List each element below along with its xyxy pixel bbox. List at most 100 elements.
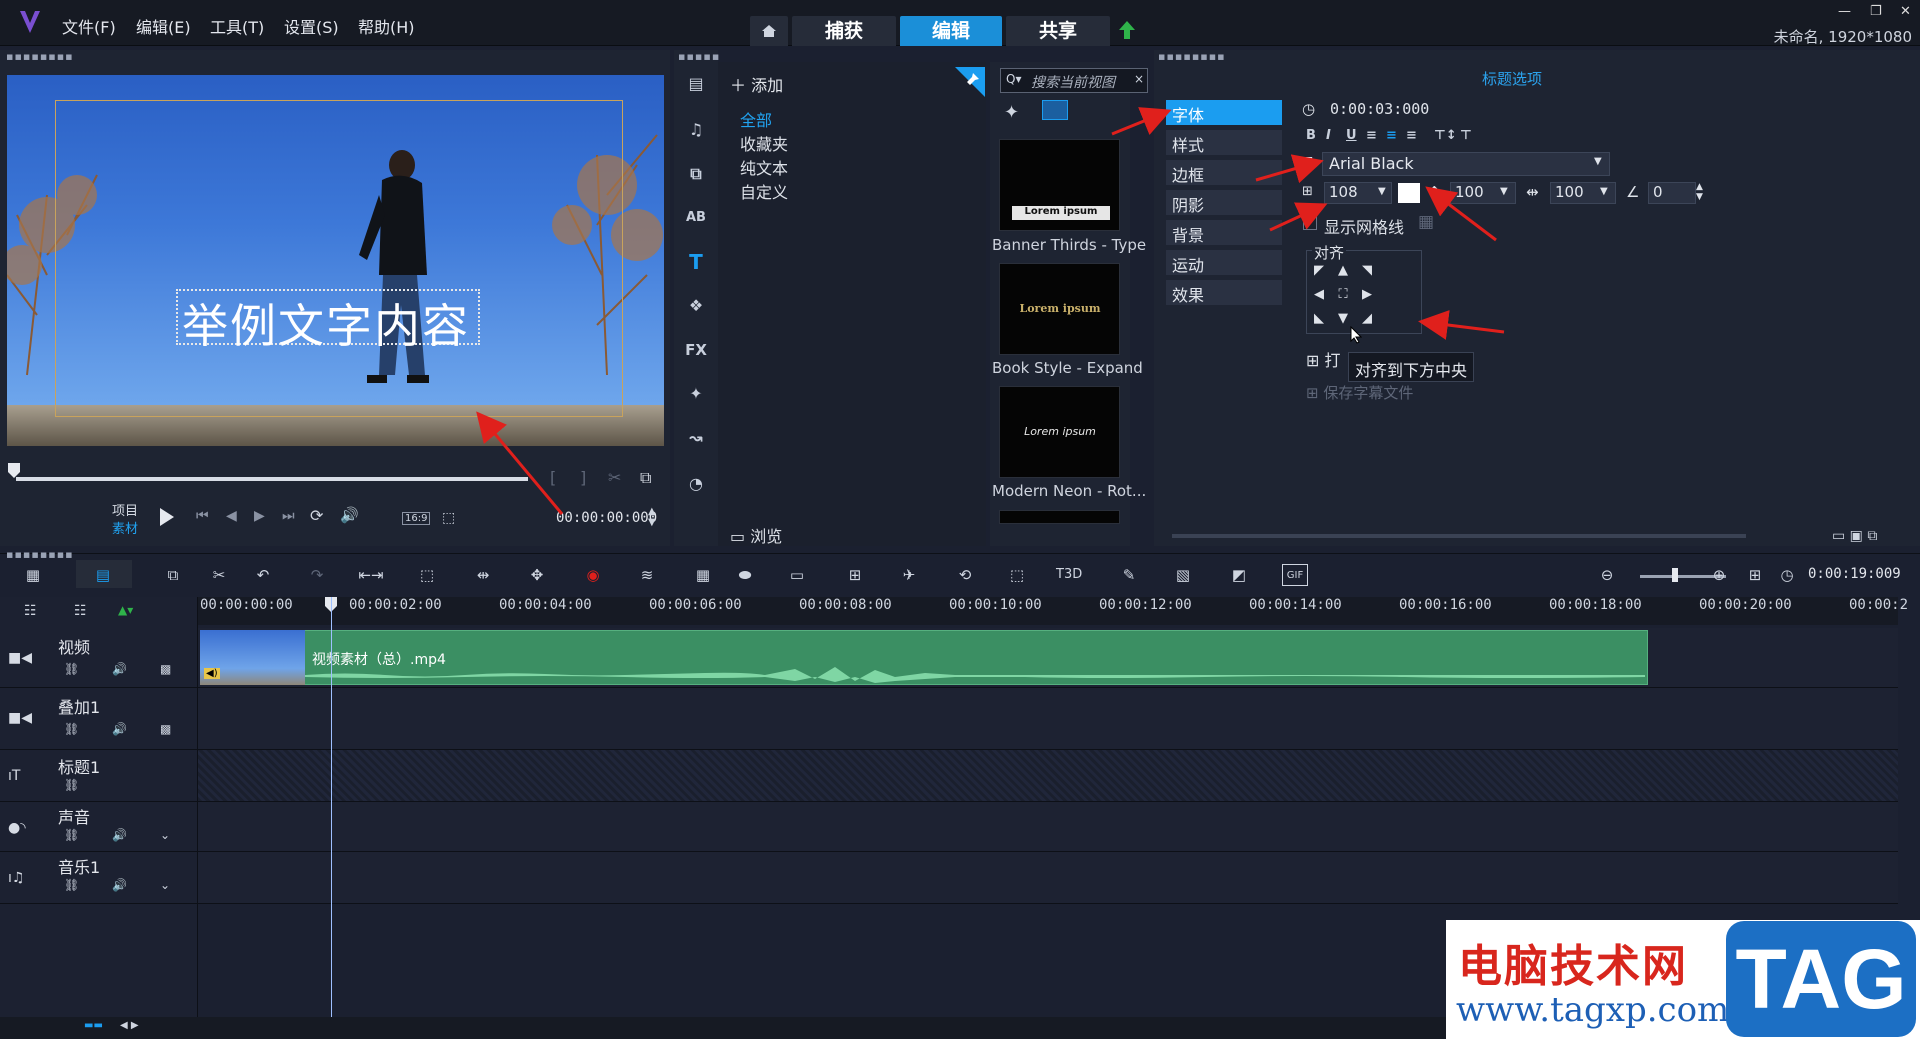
aspect-ratio-button[interactable]: 16:9 <box>402 512 431 525</box>
prev-frame-icon[interactable]: ◀ <box>226 508 237 524</box>
tab-effects[interactable]: 效果 <box>1166 280 1282 305</box>
search-input[interactable]: 搜索当前视图 <box>1000 68 1148 93</box>
multicam-icon[interactable]: ▦ <box>690 564 716 586</box>
copy-icon[interactable]: ⧉ <box>160 564 186 586</box>
underline-button[interactable]: U <box>1346 128 1357 143</box>
clip-mode-label[interactable]: 素材 <box>112 518 138 537</box>
preview-screen[interactable] <box>7 75 664 446</box>
upload-icon[interactable] <box>1118 20 1136 40</box>
focus-icon[interactable]: ⬚ <box>1004 564 1030 586</box>
split-screen-icon[interactable]: ⊞ <box>842 564 868 586</box>
undo-icon[interactable]: ↶ <box>250 564 276 586</box>
media-icon[interactable]: ▤ <box>682 70 710 98</box>
volume-icon[interactable]: 🔊 <box>340 506 359 524</box>
pin-icon[interactable] <box>955 67 985 97</box>
scrub-handle-icon[interactable] <box>8 463 20 479</box>
restore-icon[interactable]: ❐ <box>1870 4 1882 19</box>
font-select[interactable]: Arial Black <box>1322 152 1610 176</box>
chevron-down-icon[interactable]: ▼ <box>1600 186 1608 197</box>
align-top-left-icon[interactable]: ◤ <box>1311 263 1327 279</box>
home-start-icon[interactable]: ⏮ <box>196 508 209 524</box>
menu-tools[interactable]: 工具(T) <box>210 14 264 38</box>
playhead-line[interactable] <box>331 597 332 1017</box>
zoom-out-icon[interactable]: ⊖ <box>1594 564 1620 586</box>
face-index-icon[interactable]: ▧ <box>1170 564 1196 586</box>
tab-capture[interactable]: 捕获 <box>792 16 896 46</box>
category-favorites[interactable]: 收藏夹 <box>740 131 788 155</box>
panel-grip[interactable]: ▪▪▪▪▪ <box>678 50 720 63</box>
grid-settings-icon[interactable]: ▦ <box>1418 212 1434 232</box>
duration-field[interactable]: 0:00:03:000 <box>1330 100 1430 118</box>
transition-icon[interactable]: ⧉ <box>682 160 710 188</box>
chevron-down-icon[interactable]: ⌄ <box>160 878 170 892</box>
close-icon[interactable]: ✕ <box>1900 4 1911 19</box>
title-template-icon[interactable]: AB <box>682 204 710 232</box>
3d-title-icon[interactable]: T3D <box>1056 564 1082 586</box>
tab-font[interactable]: 字体 <box>1166 100 1282 125</box>
motion-tracking-icon[interactable]: ✈ <box>896 564 922 586</box>
scrub-bar[interactable] <box>16 477 528 481</box>
menu-help[interactable]: 帮助(H) <box>358 14 415 38</box>
title-icon[interactable]: T <box>682 248 710 276</box>
menu-edit[interactable]: 编辑(E) <box>136 14 191 38</box>
storyboard-view-icon[interactable]: ▦ <box>20 564 46 586</box>
link-icon[interactable]: ⛓ <box>64 778 79 792</box>
align-middle-right-icon[interactable]: ▶ <box>1359 287 1375 303</box>
trim-icon[interactable]: ⇤⇥ <box>358 564 384 586</box>
tab-border[interactable]: 边框 <box>1166 160 1282 185</box>
italic-button[interactable]: I <box>1326 128 1331 143</box>
template-thumb-neon[interactable]: Lorem ipsum <box>999 386 1120 478</box>
play-icon[interactable] <box>158 507 176 527</box>
options-scrollbar[interactable] <box>1172 534 1746 538</box>
subtitle-icon[interactable]: ▭ <box>784 564 810 586</box>
align-top-right-icon[interactable]: ◥ <box>1359 263 1375 279</box>
gif-icon[interactable]: GIF <box>1282 564 1308 586</box>
caption-text[interactable]: 举例文字内容 <box>182 290 470 356</box>
minimize-icon[interactable]: — <box>1838 4 1851 19</box>
graphics-icon[interactable]: ❖ <box>682 292 710 320</box>
menu-file[interactable]: 文件(F) <box>62 14 116 38</box>
tools-icon[interactable]: ✂ <box>206 564 232 586</box>
pan-zoom-icon[interactable]: ✥ <box>524 564 550 586</box>
vertical-text-icon[interactable]: ⊤↕ <box>1434 128 1457 143</box>
track-volume-icon[interactable]: 🔊 <box>112 722 127 736</box>
align-bottom-center-icon[interactable]: ▼ <box>1335 311 1351 327</box>
template-thumb-banner[interactable]: Lorem ipsum <box>999 139 1120 231</box>
open-subtitle-button[interactable]: ⊞ 打 <box>1306 347 1341 371</box>
split-view-icon[interactable]: ⇹ <box>470 564 496 586</box>
chevron-down-icon[interactable]: ▼ <box>1594 156 1602 167</box>
align-center-icon[interactable]: ⛶ <box>1335 287 1351 303</box>
resize-icon[interactable]: ⬚ <box>442 510 455 526</box>
save-subtitle-button[interactable]: ⊞ 保存字幕文件 <box>1306 382 1413 403</box>
tab-shadow[interactable]: 阴影 <box>1166 190 1282 215</box>
chevron-down-icon[interactable]: ⌄ <box>160 828 170 842</box>
next-frame-icon[interactable]: ▶ <box>254 508 265 524</box>
crop-icon[interactable]: ⬚ <box>414 564 440 586</box>
clear-search-icon[interactable]: × <box>1134 72 1144 86</box>
timecode-stepper[interactable]: ▲ ▼ <box>648 506 656 528</box>
mark-in-icon[interactable]: [ <box>550 468 556 487</box>
tab-style[interactable]: 样式 <box>1166 130 1282 155</box>
add-track-icon[interactable]: ☷ <box>74 603 87 619</box>
color-grading-icon[interactable]: ◉ <box>580 564 606 586</box>
ripple-icon[interactable]: ▩ <box>160 662 171 676</box>
tab-background[interactable]: 背景 <box>1166 220 1282 245</box>
mask-icon[interactable]: ⬬ <box>732 564 758 586</box>
tab-share[interactable]: 共享 <box>1006 16 1110 46</box>
home-tab[interactable] <box>750 16 788 46</box>
chevron-down-icon[interactable]: ▼ <box>1500 186 1508 197</box>
instant-project-icon[interactable]: ♫ <box>682 116 710 144</box>
category-custom[interactable]: 自定义 <box>740 179 788 203</box>
chevron-down-icon[interactable]: ▼ <box>1378 186 1386 197</box>
speed-ramp-icon[interactable]: ◩ <box>1226 564 1252 586</box>
browse-button[interactable]: ▭ 浏览 <box>730 523 782 547</box>
split-icon[interactable]: ✂ <box>608 468 621 487</box>
track-row-voice[interactable] <box>198 802 1898 852</box>
preview-timecode[interactable]: 00:00:00:000 <box>556 510 657 526</box>
track-manager-icon[interactable]: ☷ <box>24 603 37 619</box>
category-all[interactable]: 全部 <box>740 107 772 131</box>
text-color-swatch[interactable] <box>1398 183 1420 203</box>
motion-icon[interactable]: ✦ <box>682 380 710 408</box>
audio-icon[interactable]: ≋ <box>634 564 660 586</box>
ripple-icon[interactable]: ▩ <box>160 722 171 736</box>
